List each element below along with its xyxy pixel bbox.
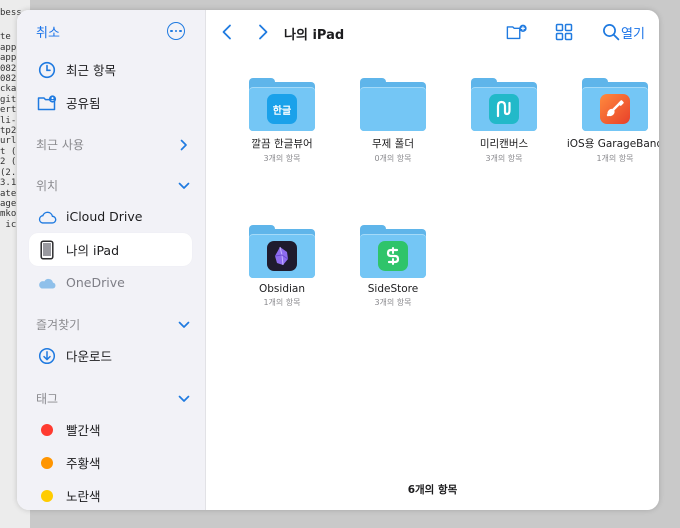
sidebar: 취소 최근 항목 공유됨 최근 사용 위치 iCloud Drive 나의 iP… [17, 10, 206, 510]
cloud-icon [37, 207, 57, 227]
yellow-tag-icon [41, 489, 53, 502]
sidebar-item-label: 나의 iPad [66, 243, 120, 258]
grid-view-icon[interactable] [553, 22, 575, 42]
section-favorites[interactable]: 즐겨찾기 [36, 316, 190, 333]
sidebar-item-label: 빨간색 [66, 423, 101, 438]
folder-item-count: 3개의 항목 [485, 154, 523, 163]
sidebar-item-shared[interactable]: 공유됨 [29, 86, 192, 119]
chevron-down-icon [178, 393, 190, 405]
sidebar-item-tag-red[interactable]: 빨간색 [29, 413, 192, 446]
page-title: 나의 iPad [284, 28, 345, 43]
section-recent-used[interactable]: 최근 사용 [36, 136, 190, 153]
download-icon [37, 346, 57, 366]
shared-folder-icon [37, 93, 57, 113]
folder-item-count: 1개의 항목 [263, 298, 301, 307]
folder-item[interactable]: 미리캔버스 3개의 항목 [451, 78, 557, 164]
section-title: 즐겨찾기 [36, 318, 81, 332]
folder-item-count: 3개의 항목 [374, 298, 412, 307]
section-title: 최근 사용 [36, 138, 84, 152]
clock-icon [37, 60, 57, 80]
folder-icon [360, 78, 426, 131]
folder-icon: 한글 [249, 78, 315, 131]
search-icon[interactable] [600, 22, 622, 42]
section-title: 태그 [36, 392, 59, 406]
back-chevron-icon[interactable] [220, 24, 234, 40]
chevron-right-icon [178, 139, 190, 151]
section-title: 위치 [36, 179, 59, 193]
sidebar-item-label: 노란색 [66, 489, 101, 504]
folder-name: iOS용 GarageBand [566, 138, 659, 150]
folder-name: 무제 폴더 [372, 138, 414, 150]
folder-name: Obsidian [259, 283, 305, 295]
sidestore-icon [378, 241, 408, 271]
sidebar-item-downloads[interactable]: 다운로드 [29, 339, 192, 372]
folder-item[interactable]: Obsidian 1개의 항목 [229, 225, 335, 308]
files-picker-sheet: 취소 최근 항목 공유됨 최근 사용 위치 iCloud Drive 나의 iP… [17, 10, 659, 510]
new-folder-icon[interactable] [506, 22, 528, 42]
orange-tag-icon [41, 456, 53, 469]
sidebar-item-label: OneDrive [66, 275, 125, 290]
ellipsis-circle-icon[interactable] [167, 22, 185, 40]
folder-item[interactable]: SideStore 3개의 항목 [340, 225, 446, 308]
sidebar-item-tag-yellow[interactable]: 노란색 [29, 479, 192, 510]
folder-name: 미리캔버스 [479, 138, 529, 150]
open-button[interactable]: 열기 [621, 23, 645, 42]
file-browser: 나의 iPad 열기 한글 깔끔 한글뷰어 3개의 항목 무제 폴더 0개의 항… [206, 10, 659, 510]
folder-icon [582, 78, 648, 131]
onedrive-icon [37, 273, 57, 293]
folder-name: SideStore [367, 283, 419, 295]
folder-name: 깔끔 한글뷰어 [251, 138, 313, 150]
red-tag-icon [41, 423, 53, 436]
chevron-down-icon [178, 180, 190, 192]
folder-item-count: 3개의 항목 [263, 154, 301, 163]
item-count-status: 6개의 항목 [407, 484, 458, 496]
forward-chevron-icon[interactable] [256, 24, 270, 40]
ipad-icon [37, 239, 57, 260]
folder-icon [471, 78, 537, 131]
folder-icon [249, 225, 315, 278]
sidebar-item-label: 주황색 [66, 456, 101, 471]
sidebar-item-label: 최근 항목 [66, 63, 116, 78]
sidebar-item-label: iCloud Drive [66, 209, 143, 224]
sidebar-item-label: 다운로드 [66, 349, 113, 364]
sidebar-item-label: 공유됨 [66, 96, 101, 111]
folder-icon [360, 225, 426, 278]
chevron-down-icon [178, 319, 190, 331]
obsidian-icon [267, 241, 297, 271]
folder-item[interactable]: 한글 깔끔 한글뷰어 3개의 항목 [229, 78, 335, 164]
sidebar-item-tag-orange[interactable]: 주황색 [29, 446, 192, 479]
garageband-icon [600, 94, 630, 124]
cancel-button[interactable]: 취소 [36, 22, 60, 41]
sidebar-item-onedrive[interactable]: OneDrive [29, 266, 192, 299]
miricanvas-icon [489, 94, 519, 124]
folder-item-count: 1개의 항목 [596, 154, 634, 163]
hangul-icon: 한글 [267, 94, 297, 124]
folder-item[interactable]: iOS용 GarageBand 1개의 항목 [562, 78, 659, 164]
folder-item-count: 0개의 항목 [374, 154, 412, 163]
sidebar-item-recents[interactable]: 최근 항목 [29, 53, 192, 86]
section-tags[interactable]: 태그 [36, 390, 190, 407]
sidebar-item-icloud-drive[interactable]: iCloud Drive [29, 200, 192, 233]
section-locations[interactable]: 위치 [36, 177, 190, 194]
sidebar-item-my-ipad[interactable]: 나의 iPad [29, 233, 192, 266]
folder-item[interactable]: 무제 폴더 0개의 항목 [340, 78, 446, 164]
